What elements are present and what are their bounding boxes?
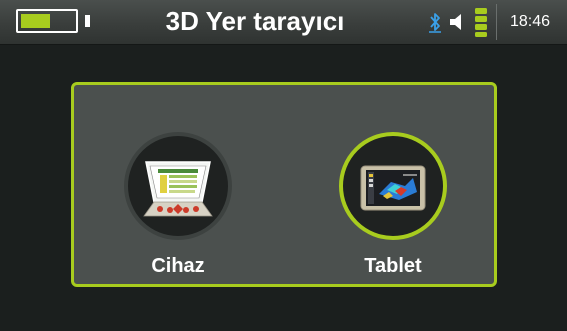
status-bar: 3D Yer tarayıcı 18:46 (0, 0, 567, 45)
option-tablet-circle[interactable] (339, 132, 447, 240)
device-icon (143, 161, 213, 217)
option-cihaz[interactable]: Cihaz (103, 85, 253, 290)
option-cihaz-circle[interactable] (124, 132, 232, 240)
bluetooth-icon (429, 13, 441, 33)
battery-level-fill (21, 14, 50, 28)
speaker-icon (450, 14, 461, 30)
mode-selection-panel: Cihaz Tablet (71, 82, 497, 287)
status-divider (496, 4, 497, 40)
option-cihaz-label: Cihaz (151, 255, 205, 277)
signal-icon (475, 8, 487, 37)
clock: 18:46 (509, 13, 551, 30)
tablet-icon (360, 165, 426, 211)
option-tablet[interactable]: Tablet (318, 85, 468, 290)
app-title: 3D Yer tarayıcı (165, 6, 345, 36)
option-tablet-label: Tablet (364, 255, 422, 277)
battery-tip (85, 15, 90, 27)
screen: 3D Yer tarayıcı 18:46 Cihaz Tablet (0, 0, 567, 331)
battery-icon (16, 9, 78, 33)
